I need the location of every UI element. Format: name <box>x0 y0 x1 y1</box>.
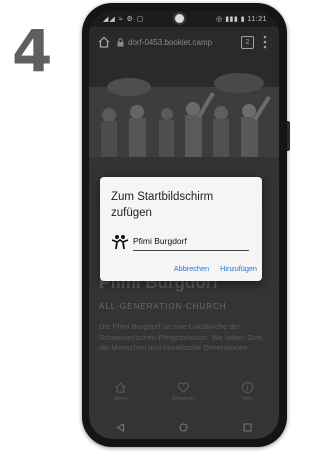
front-camera <box>175 14 184 23</box>
dialog-actions: Abbrechen Hinzufügen <box>163 264 257 273</box>
home-icon <box>115 382 126 393</box>
status-icons-left: ◢◢ ≈ ⚙ ▢ <box>103 16 145 23</box>
shortcut-name-input[interactable]: Pfimi Burgdorf <box>133 234 249 251</box>
nav-item-info[interactable]: Info <box>222 381 272 413</box>
tabs-icon[interactable]: 2 <box>241 36 254 49</box>
phone-screen: ◢◢ ≈ ⚙ ▢ ◎ ▮▮▮ ▮ 11:21 dorf-0453.booklet… <box>89 11 279 439</box>
cancel-button[interactable]: Abbrechen <box>174 264 209 273</box>
more-menu-icon[interactable] <box>263 35 267 49</box>
nav-label: Angebote <box>172 396 196 402</box>
home-button-icon[interactable] <box>179 423 188 432</box>
status-bar: ◢◢ ≈ ⚙ ▢ ◎ ▮▮▮ ▮ 11:21 <box>89 11 279 27</box>
nav-item-home[interactable]: Home <box>96 381 146 413</box>
phone-frame: ◢◢ ≈ ⚙ ▢ ◎ ▮▮▮ ▮ 11:21 dorf-0453.booklet… <box>82 3 290 447</box>
home-icon[interactable] <box>97 35 111 49</box>
browser-toolbar: dorf-0453.booklet.camp 2 <box>89 27 279 57</box>
nav-label: Home <box>113 396 128 402</box>
android-nav-bar <box>89 415 279 439</box>
recents-icon[interactable] <box>243 423 252 432</box>
nav-label: Info <box>242 396 252 402</box>
site-subtitle: ALL-GENERATION-CHURCH <box>99 302 227 311</box>
heart-icon <box>178 382 190 393</box>
add-button[interactable]: Hinzufügen <box>220 264 257 273</box>
url-text: dorf-0453.booklet.camp <box>128 37 213 47</box>
back-icon[interactable] <box>116 422 125 432</box>
info-icon <box>241 381 253 394</box>
add-to-homescreen-dialog: Zum Startbildschirm zufügen Pfimi Burgdo… <box>100 177 262 281</box>
site-bottom-nav: Home Angebote Info <box>89 381 279 413</box>
nav-item-angebote[interactable]: Angebote <box>159 381 209 413</box>
address-bar[interactable]: dorf-0453.booklet.camp <box>117 34 235 50</box>
step-number: 4 <box>12 17 53 85</box>
site-description: Die Pfimi Burgdorf ist eine Lokalkirche … <box>99 322 264 352</box>
lock-icon <box>117 37 124 46</box>
dialog-title: Zum Startbildschirm zufügen <box>111 191 214 219</box>
app-logo-icon <box>111 235 129 250</box>
status-icons-right: ◎ ▮▮▮ ▮ 11:21 <box>216 16 267 23</box>
